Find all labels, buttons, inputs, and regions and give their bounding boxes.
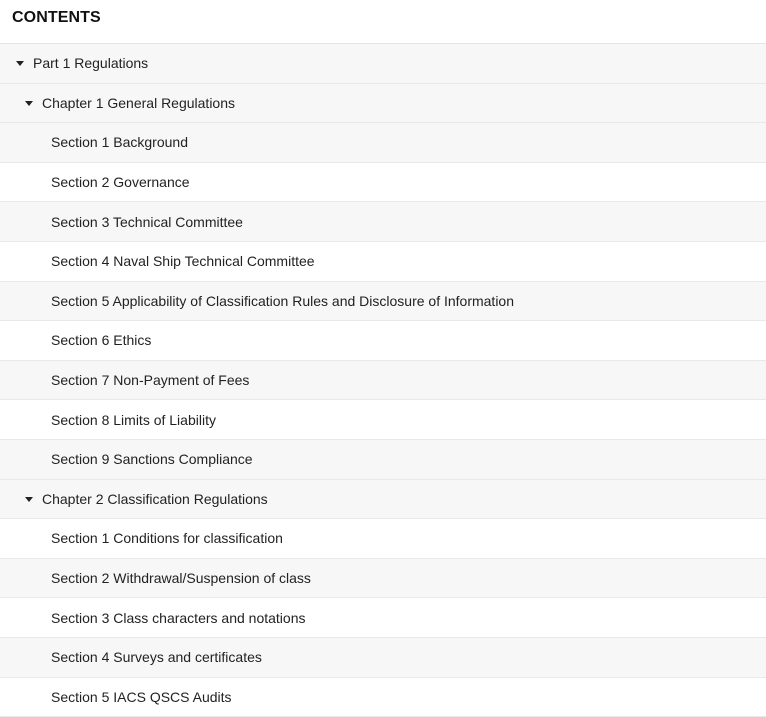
toc-tree: Part 1 Regulations Chapter 1 General Reg… bbox=[0, 44, 766, 717]
toc-item-label: Section 4 Naval Ship Technical Committee bbox=[51, 253, 315, 269]
toc-item-label: Section 3 Class characters and notations bbox=[51, 610, 305, 626]
toc-item-label: Section 5 IACS QSCS Audits bbox=[51, 689, 232, 705]
toc-item-label: Section 6 Ethics bbox=[51, 332, 151, 348]
toc-item-ch2-section-1[interactable]: Section 1 Conditions for classification bbox=[0, 519, 766, 559]
toc-item-label: Chapter 2 Classification Regulations bbox=[42, 491, 268, 507]
toc-item-label: Section 3 Technical Committee bbox=[51, 214, 243, 230]
toc-item-ch1-section-7[interactable]: Section 7 Non-Payment of Fees bbox=[0, 361, 766, 401]
toc-item-ch1-section-2[interactable]: Section 2 Governance bbox=[0, 163, 766, 203]
toc-item-label: Section 1 Background bbox=[51, 134, 188, 150]
toc-item-ch2-section-3[interactable]: Section 3 Class characters and notations bbox=[0, 598, 766, 638]
toc-item-part-1[interactable]: Part 1 Regulations bbox=[0, 44, 766, 84]
toc-item-label: Section 2 Withdrawal/Suspension of class bbox=[51, 570, 311, 586]
toc-header: CONTENTS bbox=[0, 0, 766, 44]
toc-item-label: Section 9 Sanctions Compliance bbox=[51, 451, 253, 467]
toc-item-label: Section 5 Applicability of Classificatio… bbox=[51, 293, 514, 309]
toc-item-label: Part 1 Regulations bbox=[33, 55, 148, 71]
toc-item-ch1-section-5[interactable]: Section 5 Applicability of Classificatio… bbox=[0, 282, 766, 322]
caret-down-icon[interactable] bbox=[16, 61, 24, 66]
toc-item-ch1-section-9[interactable]: Section 9 Sanctions Compliance bbox=[0, 440, 766, 480]
toc-item-ch1-section-4[interactable]: Section 4 Naval Ship Technical Committee bbox=[0, 242, 766, 282]
toc-item-label: Section 8 Limits of Liability bbox=[51, 412, 216, 428]
table-of-contents: CONTENTS Part 1 Regulations Chapter 1 Ge… bbox=[0, 0, 766, 717]
toc-title: CONTENTS bbox=[12, 9, 101, 26]
toc-item-ch2-section-4[interactable]: Section 4 Surveys and certificates bbox=[0, 638, 766, 678]
toc-item-ch2-section-5[interactable]: Section 5 IACS QSCS Audits bbox=[0, 678, 766, 717]
toc-item-label: Section 7 Non-Payment of Fees bbox=[51, 372, 249, 388]
toc-item-ch2-section-2[interactable]: Section 2 Withdrawal/Suspension of class bbox=[0, 559, 766, 599]
caret-down-icon[interactable] bbox=[25, 497, 33, 502]
toc-item-label: Section 4 Surveys and certificates bbox=[51, 649, 262, 665]
toc-item-label: Chapter 1 General Regulations bbox=[42, 95, 235, 111]
toc-item-chapter-2[interactable]: Chapter 2 Classification Regulations bbox=[0, 480, 766, 520]
caret-down-icon[interactable] bbox=[25, 101, 33, 106]
toc-item-ch1-section-3[interactable]: Section 3 Technical Committee bbox=[0, 202, 766, 242]
toc-item-label: Section 2 Governance bbox=[51, 174, 190, 190]
toc-item-label: Section 1 Conditions for classification bbox=[51, 530, 283, 546]
toc-item-chapter-1[interactable]: Chapter 1 General Regulations bbox=[0, 84, 766, 124]
toc-item-ch1-section-6[interactable]: Section 6 Ethics bbox=[0, 321, 766, 361]
toc-item-ch1-section-8[interactable]: Section 8 Limits of Liability bbox=[0, 400, 766, 440]
toc-item-ch1-section-1[interactable]: Section 1 Background bbox=[0, 123, 766, 163]
